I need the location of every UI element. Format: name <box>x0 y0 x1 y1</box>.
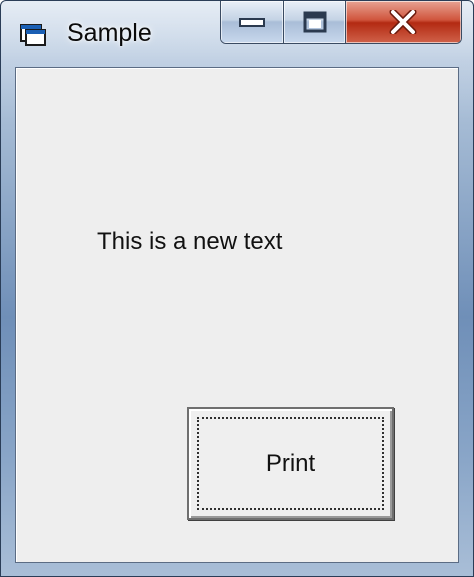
app-window-icon[interactable] <box>19 21 47 47</box>
close-icon <box>389 10 417 34</box>
close-button[interactable] <box>345 1 461 43</box>
form-client-area: This is a new text Print <box>15 67 459 563</box>
window-title: Sample <box>67 19 152 47</box>
title-bar[interactable]: Sample <box>1 1 473 65</box>
maximize-icon <box>303 11 327 33</box>
caption-buttons <box>220 1 462 44</box>
print-button-label: Print <box>265 449 316 477</box>
app-window: Sample This is a new text Print <box>0 0 474 577</box>
text-label: This is a new text <box>97 228 283 255</box>
maximize-button[interactable] <box>284 1 346 43</box>
minimize-button[interactable] <box>221 1 285 43</box>
minimize-icon <box>239 18 266 27</box>
print-button[interactable]: Print <box>187 407 394 520</box>
